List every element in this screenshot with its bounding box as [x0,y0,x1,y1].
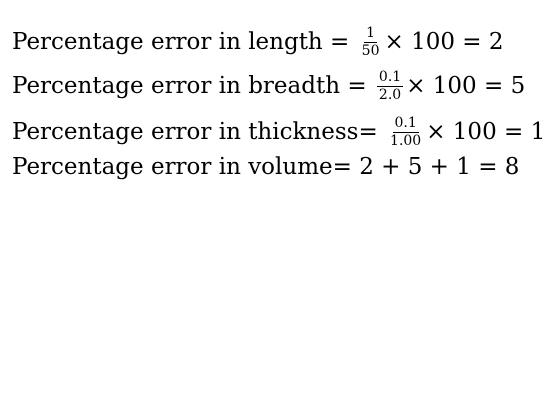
breadth-error-label: Percentage error in breadth [12,72,341,99]
breadth-fraction-numerator: 0.1 [376,69,404,87]
breadth-equals-sign: = [340,72,374,99]
length-fraction-numerator: 1 [364,25,378,43]
length-error-line: Percentage error in length = 1 50 × 100 … [12,26,504,58]
thickness-error-fraction: 0.1 1.00 [388,116,423,148]
length-error-fraction: 1 50 [360,26,382,58]
breadth-error-fraction: 0.1 2.0 [376,69,404,103]
thickness-error-label: Percentage error in thickness [12,118,359,145]
thickness-error-line: Percentage error in thickness = 0.1 1.00… [12,116,545,148]
breadth-error-line: Percentage error in breadth = 0.1 2.0 × … [12,70,525,102]
breadth-error-result: × 100 = 5 [406,72,526,99]
thickness-equals-sign: = [358,118,386,145]
length-error-label: Percentage error in length [12,28,323,55]
thickness-fraction-denominator: 1.00 [390,132,422,149]
thickness-error-result: × 100 = 1 [426,118,546,145]
volume-error-expression: = 2 + 5 + 1 = 8 [332,154,520,180]
breadth-fraction-denominator: 2.0 [378,86,402,103]
length-error-result: × 100 = 2 [384,28,504,55]
volume-error-line: Percentage error in volume = 2 + 5 + 1 =… [12,156,519,179]
thickness-fraction-numerator: 0.1 [392,115,419,133]
volume-error-label: Percentage error in volume [12,154,333,180]
length-fraction-denominator: 50 [361,42,380,59]
length-equals-sign: = [322,28,357,55]
